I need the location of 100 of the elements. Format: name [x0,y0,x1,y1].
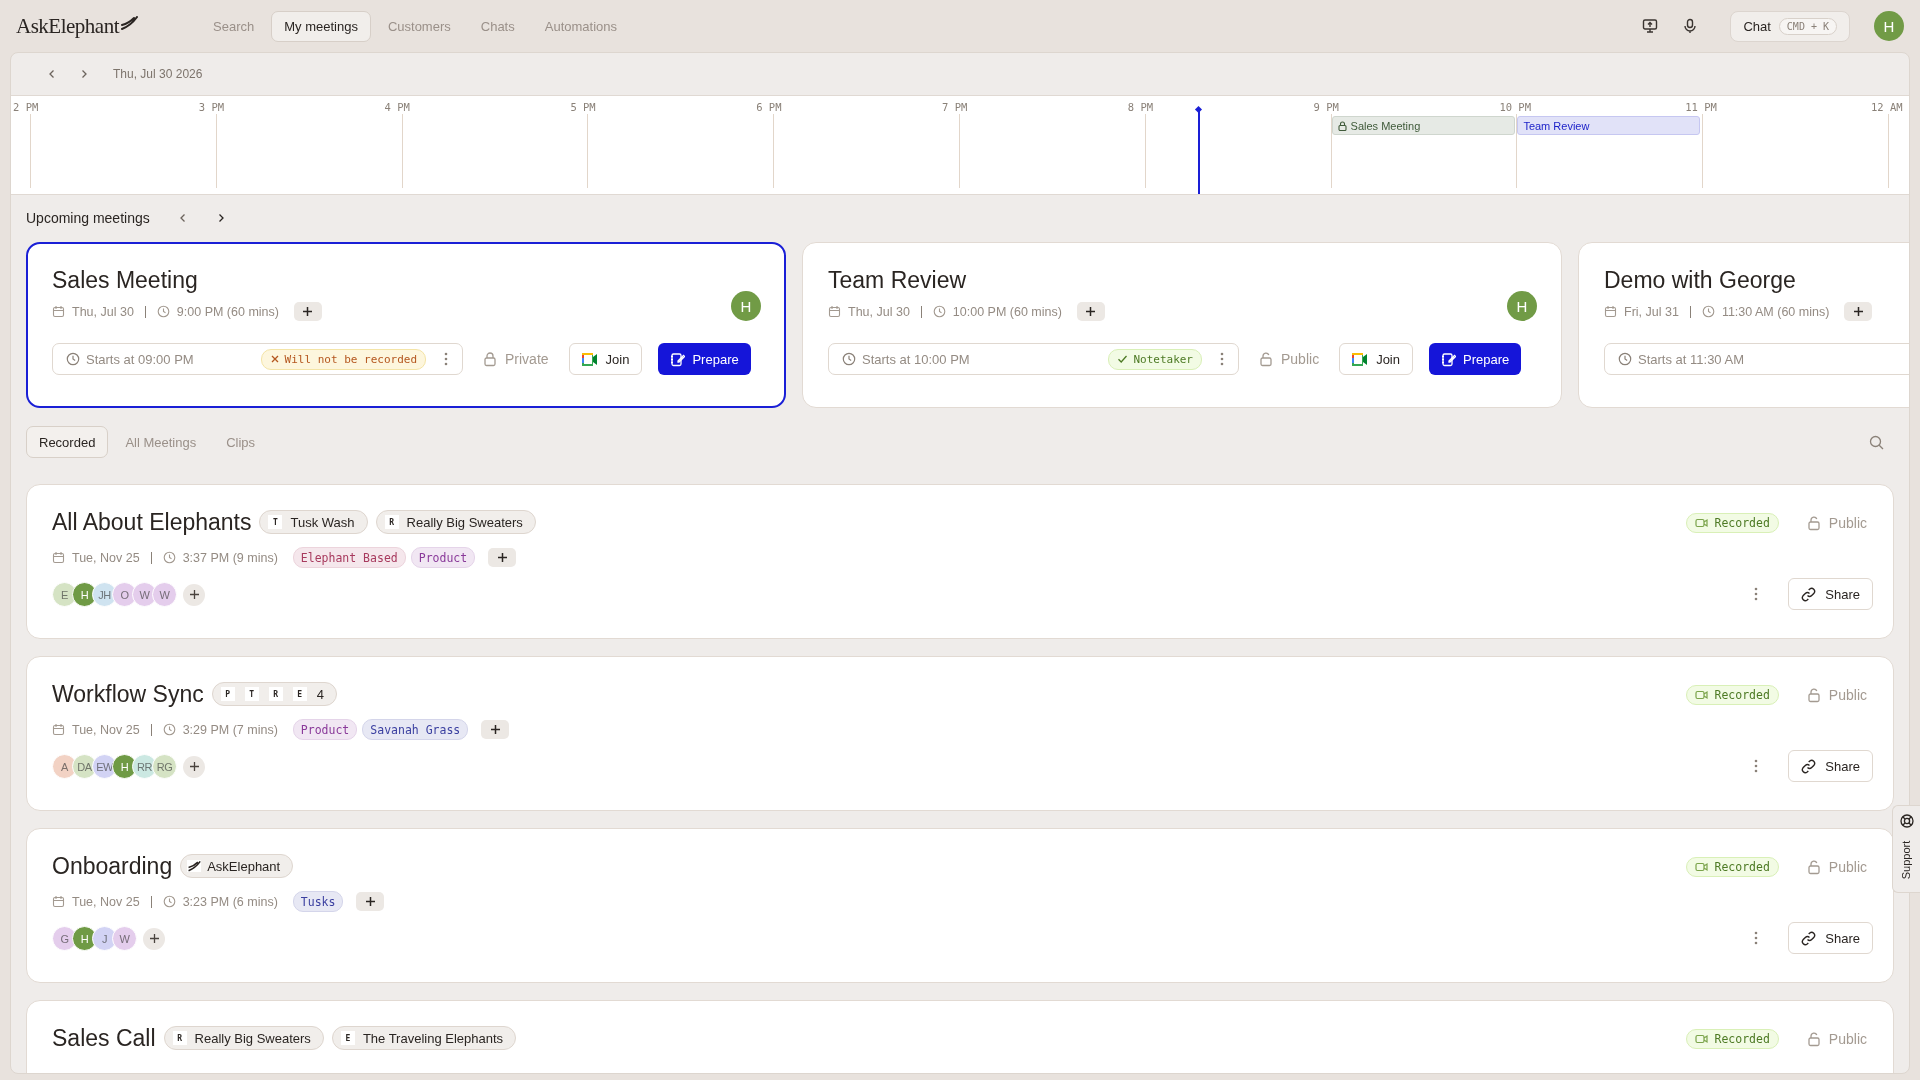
company-chip[interactable]: R Really Big Sweaters [375,510,536,534]
lock-icon [1806,515,1821,531]
meeting-date: Thu, Jul 30 [848,304,910,319]
plus-icon [1852,306,1864,317]
add-tag-button[interactable] [1844,302,1873,321]
visibility-toggle[interactable]: Public [1806,687,1867,703]
clock-icon [932,305,946,318]
meeting-title: All About Elephants [52,508,252,536]
clock-icon [162,895,176,908]
current-date: Thu, Jul 30 2026 [113,67,203,81]
company-chip[interactable]: AskElephant [180,854,294,878]
hour-label: 6 PM [756,101,782,113]
lifebuoy-icon [1899,814,1914,828]
search-icon[interactable] [1869,434,1884,450]
recording-card[interactable]: Onboarding AskElephant Tue, Nov 25 3:23 PM (6 mins) Tusks G H J W Recorded Public Share [26,828,1894,983]
meeting-card[interactable]: Team Review Thu, Jul 30 10:00 PM (60 mins) H Starts at 10:00 PM Notetaker Public Join Prepare [802,242,1562,408]
visibility-toggle[interactable]: Public [1806,515,1867,531]
clock-icon [66,352,80,366]
more-icon[interactable] [1754,587,1759,601]
meeting-title: Team Review [828,267,968,294]
link-icon [1801,930,1817,946]
more-icon[interactable] [1220,352,1224,366]
prepare-button[interactable]: Prepare [658,343,751,375]
calendar-event[interactable]: Sales Meeting [1331,116,1515,135]
hour-label: 5 PM [570,101,596,113]
clock-icon [842,352,856,366]
prepare-button[interactable]: Prepare [1429,343,1522,375]
recorded-badge: Recorded [1686,685,1779,705]
plus-icon [496,552,508,563]
video-camera-icon [1695,862,1709,872]
tag[interactable]: Savanah Grass [362,719,469,740]
microphone-icon[interactable] [1682,18,1699,34]
meeting-card[interactable]: Demo with George Fri, Jul 31 11:30 AM (60 mins) Starts at 11:30 AM [1578,242,1909,408]
user-avatar[interactable]: H [1874,11,1904,41]
host-avatar: H [731,291,761,321]
video-call-icon [581,352,598,366]
share-button[interactable]: Share [1788,922,1873,954]
recording-card[interactable]: Sales Call R Really Big Sweaters E The Traveling Elephants Recorded Public [26,1000,1894,1073]
screen-share-icon[interactable] [1642,18,1659,34]
company-chip[interactable]: T Tusk Wash [259,510,368,534]
meeting-date: Tue, Nov 25 [72,550,140,565]
lock-icon [1806,687,1821,703]
support-tab[interactable]: Support [1892,805,1920,893]
video-call-icon [1352,352,1369,366]
add-tag-button[interactable] [488,548,517,567]
recording-badge[interactable]: Notetaker [1108,348,1202,370]
add-attendee-button[interactable] [183,755,205,778]
attendee-avatar[interactable]: W [152,582,177,607]
visibility-toggle[interactable]: Public [1806,859,1867,875]
filter-tab[interactable]: Recorded [26,426,109,458]
meeting-time: 10:00 PM (60 mins) [952,304,1062,319]
add-attendee-button[interactable] [183,583,205,606]
tag[interactable]: Product [292,719,358,740]
join-button[interactable]: Join [568,343,643,375]
attendee-avatar[interactable]: RG [152,754,177,779]
previous-icon[interactable] [47,69,57,79]
tag[interactable]: Product [410,547,476,568]
hour-label: 10 PM [1499,101,1531,113]
attendee-avatar[interactable]: W [112,926,137,951]
calendar-event[interactable]: Team Review [1517,116,1701,135]
tag[interactable]: Elephant Based [292,547,406,568]
filter-tab[interactable]: All Meetings [112,426,210,458]
add-attendee-button[interactable] [143,927,165,950]
hour-label: 7 PM [942,101,968,113]
visibility-toggle[interactable]: Public [1806,1031,1867,1047]
nav-tab[interactable]: My meetings [271,10,371,42]
more-icon[interactable] [1754,931,1759,945]
plus-icon [148,933,160,944]
meeting-card[interactable]: Sales Meeting Thu, Jul 30 9:00 PM (60 mins) H Starts at 09:00 PM Will not be recorded Private Join Prepare [26,242,786,408]
tag[interactable]: Tusks [292,891,344,912]
company-chip[interactable]: E The Traveling Elephants [331,1026,517,1050]
recording-card[interactable]: Workflow Sync P T R E 4 Tue, Nov 25 3:29 PM (7 mins) Product Savanah Grass A DA EW H RR RG Recorded Public Share [26,656,1894,811]
company-chip[interactable]: R Really Big Sweaters [163,1026,324,1050]
filter-tab[interactable]: Clips [213,426,269,458]
company-chip[interactable]: P T R E 4 [211,682,337,706]
more-icon[interactable] [1754,759,1759,773]
recording-card[interactable]: All About Elephants T Tusk Wash R Really Big Sweaters Tue, Nov 25 3:37 PM (9 mins) Elephant Based Product E H JH O W W Recorded Public Share [26,484,1894,639]
add-tag-button[interactable] [1076,302,1105,321]
add-tag-button[interactable] [356,892,385,911]
add-tag-button[interactable] [293,302,322,321]
hour-label: 8 PM [1127,101,1154,113]
more-icon[interactable] [444,352,448,366]
meeting-title: Demo with George [1604,267,1797,294]
share-button[interactable]: Share [1788,578,1873,610]
add-tag-button[interactable] [481,720,510,739]
clock-icon [1701,305,1715,318]
plus-icon [188,761,200,772]
lock-icon [1806,1031,1821,1047]
chat-button[interactable]: Chat CMD + K [1730,10,1850,42]
recording-badge[interactable]: Will not be recorded [260,348,426,370]
meeting-date: Tue, Nov 25 [72,722,140,737]
lock-icon [483,351,497,367]
plus-icon [364,896,376,907]
join-button[interactable]: Join [1339,343,1413,375]
meeting-time: 3:37 PM (9 mins) [182,550,278,565]
share-button[interactable]: Share [1788,750,1873,782]
recorded-badge: Recorded [1686,857,1779,877]
visibility-toggle[interactable]: Private [483,351,549,367]
plus-icon [1085,306,1097,317]
visibility-toggle[interactable]: Public [1259,351,1320,367]
